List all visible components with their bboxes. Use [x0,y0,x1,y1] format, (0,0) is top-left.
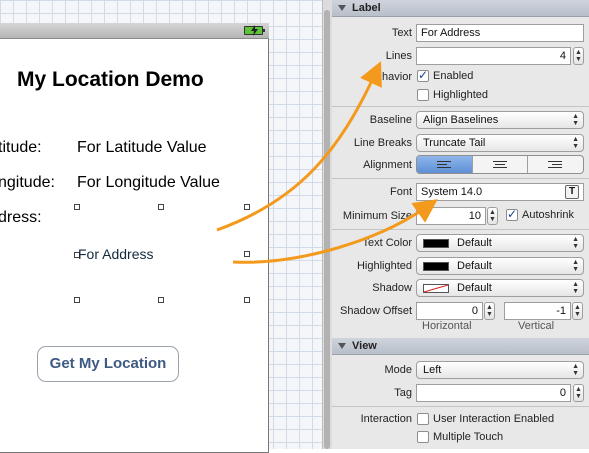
resize-handle-top-left[interactable] [74,204,80,210]
resize-handle-middle-right[interactable] [244,251,250,257]
attributes-inspector: Label Text For Address Lines 4 ▲ ▼ Behavi… [332,0,589,449]
enabled-checkbox[interactable] [417,68,429,82]
disclosure-triangle-icon[interactable] [338,5,346,11]
address-value-label[interactable]: For Address [78,246,153,262]
mode-label: Mode [384,364,412,376]
tag-stepper[interactable]: ▲ ▼ [573,384,584,402]
autoshrink-checkbox-label[interactable]: Autoshrink [522,209,574,221]
longitude-value-label[interactable]: For Longitude Value [77,174,220,192]
divider [332,106,589,107]
align-right-icon [548,161,563,170]
alignment-label: Alignment [363,159,412,171]
black-color-swatch [423,262,449,271]
multiple-touch-checkbox-label[interactable]: Multiple Touch [433,431,503,443]
shadow-offset-label: Shadow Offset [340,305,412,317]
popup-arrows-icon: ▲ ▼ [572,281,579,295]
highlighted-checkbox-label[interactable]: Highlighted [433,89,488,101]
divider [332,229,589,230]
user-interaction-checkbox-label[interactable]: User Interaction Enabled [433,413,554,425]
resize-handle-top-right[interactable] [244,204,250,210]
divider [332,406,589,407]
popup-arrows-icon: ▲ ▼ [572,259,579,273]
line-breaks-label: Line Breaks [353,137,412,149]
shadow-label: Shadow [372,282,412,294]
minimum-size-input[interactable]: 10 [416,207,486,225]
popup-arrows-icon: ▲ ▼ [572,363,579,377]
lines-field-label: Lines [385,50,412,62]
get-my-location-button[interactable]: Get My Location [37,346,179,382]
no-color-swatch-icon [423,284,449,293]
shadow-offset-horizontal-stepper[interactable]: ▲ ▼ [484,302,495,320]
vertical-caption: Vertical [518,320,555,332]
popup-arrows-icon: ▲ ▼ [572,236,579,250]
resize-handle-bottom-left[interactable] [74,297,80,303]
highlighted-color-label: Highlighted [356,260,412,272]
view-section-header[interactable]: View [332,338,589,355]
alignment-segmented-control[interactable] [416,155,584,174]
font-field[interactable]: System 14.0 T [416,183,584,201]
longitude-caption-label[interactable]: ngitude: [0,174,55,192]
baseline-label: Baseline [369,114,412,126]
text-color-label: Text Color [362,237,412,249]
tag-input[interactable]: 0 [416,384,571,402]
latitude-caption-label[interactable]: titude: [0,139,42,157]
lines-input[interactable]: 4 [416,47,571,65]
mode-popup-value: Left [423,364,442,376]
autoshrink-checkbox[interactable] [506,207,518,221]
align-right-segment[interactable] [528,156,583,173]
battery-icon [244,25,265,36]
baseline-popup[interactable]: Align Baselines ▲ ▼ [416,111,584,129]
highlighted-color-popup-value: Default [457,260,492,272]
align-left-segment[interactable] [417,156,473,173]
resize-handle-top-center[interactable] [158,204,164,210]
mode-popup[interactable]: Left ▲ ▼ [416,361,584,379]
shadow-offset-vertical-stepper[interactable]: ▲ ▼ [572,302,583,320]
resize-handle-bottom-right[interactable] [244,297,250,303]
label-section-header[interactable]: Label [332,0,589,17]
align-center-icon [492,161,507,170]
divider [332,178,589,179]
line-breaks-popup-value: Truncate Tail [423,137,486,149]
horizontal-caption: Horizontal [422,320,472,332]
interaction-label: Interaction [360,413,412,425]
tag-label: Tag [394,387,412,399]
minimum-size-stepper[interactable]: ▲ ▼ [487,207,498,225]
shadow-offset-horizontal-input[interactable]: 0 [416,302,483,320]
font-field-value: System 14.0 [421,186,483,198]
align-left-icon [437,161,451,170]
view-section-title: View [352,340,377,352]
text-color-popup-value: Default [457,237,492,249]
label-section-title: Label [352,2,381,14]
multiple-touch-checkbox[interactable] [417,431,429,443]
shadow-popup-value: Default [457,282,492,294]
minimum-size-label: Minimum Size [342,210,412,222]
shadow-offset-vertical-input[interactable]: -1 [504,302,571,320]
simulated-status-bar [0,23,269,39]
lines-stepper[interactable]: ▲ ▼ [573,47,584,65]
text-field-label: Text [391,27,412,39]
text-color-popup[interactable]: Default ▲ ▼ [416,234,584,252]
popup-arrows-icon: ▲ ▼ [572,113,579,127]
baseline-popup-value: Align Baselines [423,114,499,126]
text-input[interactable]: For Address [416,24,584,42]
highlighted-checkbox[interactable] [417,89,429,101]
font-picker-icon[interactable]: T [565,185,579,199]
font-label: Font [389,186,412,198]
address-caption-label[interactable]: dress: [0,209,42,227]
disclosure-triangle-icon[interactable] [338,343,346,349]
canvas-scrollbar-thumb[interactable] [324,10,330,449]
line-breaks-popup[interactable]: Truncate Tail ▲ ▼ [416,134,584,152]
resize-handle-bottom-center[interactable] [158,297,164,303]
popup-arrows-icon: ▲ ▼ [572,136,579,150]
behavior-label: Behavior [368,71,412,83]
shadow-popup[interactable]: Default ▲ ▼ [416,279,584,297]
align-center-segment[interactable] [473,156,529,173]
highlighted-color-popup[interactable]: Default ▲ ▼ [416,257,584,275]
latitude-value-label[interactable]: For Latitude Value [77,139,207,157]
user-interaction-checkbox[interactable] [417,413,429,425]
app-title-label[interactable]: My Location Demo [17,68,204,92]
black-color-swatch [423,239,449,248]
enabled-checkbox-label[interactable]: Enabled [433,70,473,82]
